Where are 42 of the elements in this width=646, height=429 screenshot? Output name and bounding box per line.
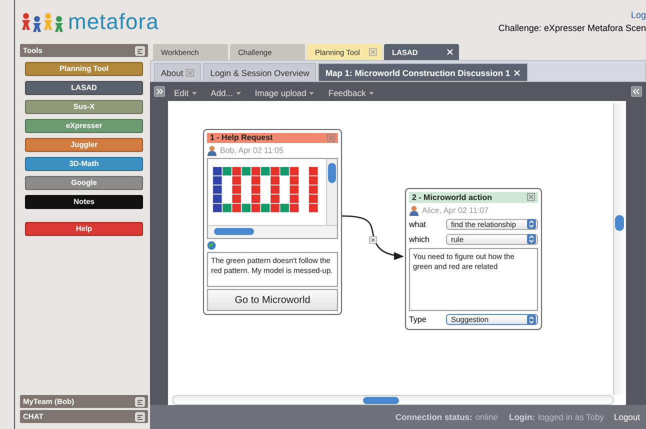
status-value: logged in as Toby	[538, 412, 604, 422]
status-label: Connection status:	[395, 412, 472, 422]
caret-icon	[309, 92, 314, 94]
tab[interactable]: Map 1: Microworld Construction Discussion 1	[318, 63, 528, 81]
field-label: what	[409, 220, 426, 229]
horizontal-scrollbar[interactable]	[208, 225, 337, 238]
spinner-icon	[527, 314, 536, 325]
tab[interactable]: About	[154, 63, 202, 81]
menu-item[interactable]: Image upload	[254, 88, 314, 98]
status-value: online	[475, 412, 498, 422]
go-to-microworld-button[interactable]: Go to Microworld	[207, 289, 338, 311]
field-label: which	[409, 234, 430, 244]
vertical-scrollbar[interactable]	[613, 103, 626, 395]
logo-icon	[21, 11, 65, 33]
spinner-icon	[527, 234, 536, 244]
caret-icon	[368, 92, 374, 94]
close-icon[interactable]	[527, 193, 535, 202]
author-label: Bob, Apr 02 11:05	[220, 146, 284, 155]
card-title: 1 - Help Request	[210, 133, 273, 142]
menu-item[interactable]: Add...	[210, 88, 241, 98]
collapse-icon[interactable]	[154, 86, 164, 97]
horizontal-scrollbar[interactable]	[172, 395, 614, 405]
field-label: Type	[409, 315, 426, 324]
caret-icon	[192, 92, 197, 94]
author-label: Alice, Apr 02 11:07	[422, 206, 489, 215]
caret-icon	[236, 92, 241, 94]
tab[interactable]: Login & Session Overview	[203, 63, 316, 81]
challenge-title: Challenge: eXpresser Metafora Scen	[498, 22, 646, 32]
delete-link-icon[interactable]	[369, 236, 377, 244]
menu-item[interactable]: Edit	[174, 88, 197, 98]
menu-item[interactable]: Feedback	[328, 88, 374, 98]
log-link[interactable]: Log	[630, 10, 646, 20]
logout-link[interactable]: Logout	[614, 412, 640, 422]
collapse-icon[interactable]	[630, 86, 642, 97]
status-label: Login:	[509, 412, 535, 422]
card-title: 2 - Microworld action	[412, 192, 492, 202]
user-icon	[409, 204, 419, 216]
logo-text: metafora	[68, 10, 159, 34]
globe-icon	[207, 241, 216, 250]
vertical-scrollbar[interactable]	[326, 158, 337, 226]
spinner-icon	[527, 219, 536, 230]
user-icon	[207, 144, 217, 156]
